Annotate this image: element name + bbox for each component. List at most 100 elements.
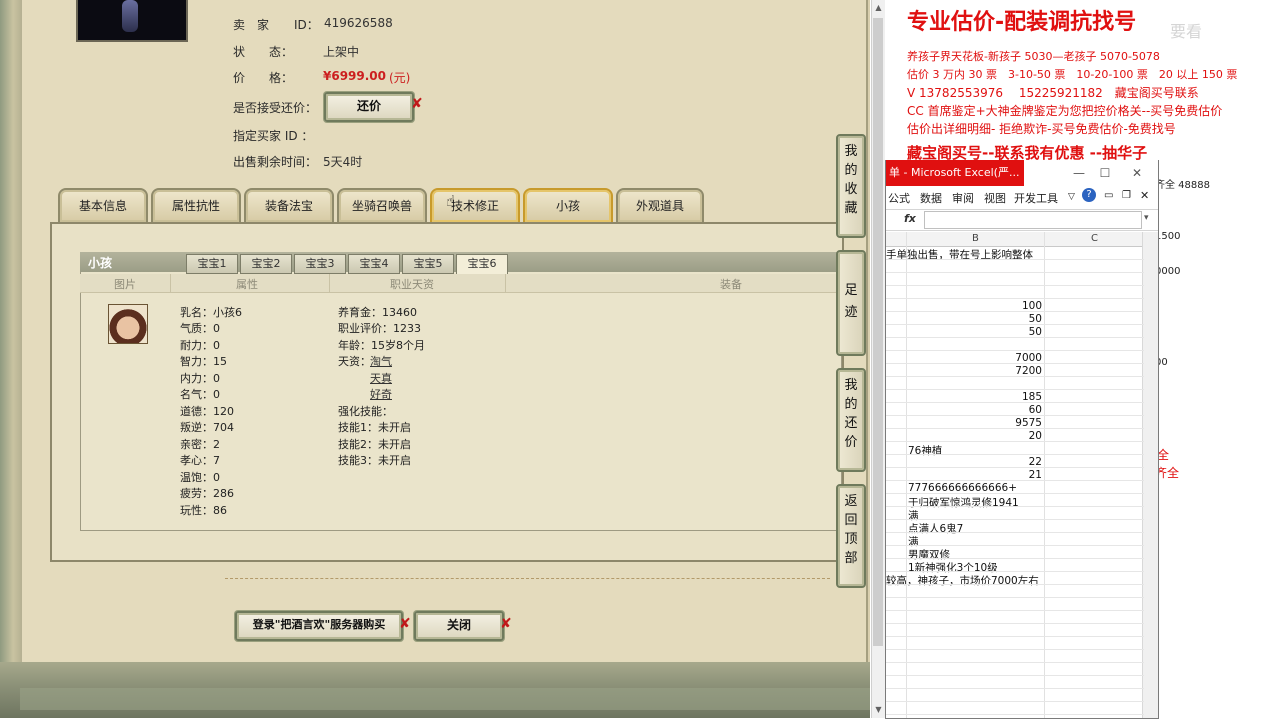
tab-equipment[interactable]: 装备法宝: [244, 188, 334, 222]
attr-playfulness: 玩性：86: [180, 504, 227, 517]
minimize-icon[interactable]: —: [1068, 160, 1090, 186]
help-icon[interactable]: ?: [1082, 188, 1096, 202]
gridline: [886, 454, 1144, 455]
counter-offer-button[interactable]: 还价: [324, 92, 414, 122]
tab-appearance[interactable]: 外观道具: [616, 188, 704, 222]
function-icon[interactable]: fx: [904, 212, 916, 225]
scrollbar-thumb[interactable]: [873, 18, 883, 646]
watermark: 要看: [1170, 22, 1203, 41]
tab-child[interactable]: 小孩: [523, 188, 613, 222]
ribbon-tab-data[interactable]: 数据: [920, 190, 942, 206]
ribbon-tab-view[interactable]: 视图: [984, 190, 1006, 206]
close-icon[interactable]: ✕: [1126, 160, 1148, 186]
tab-baby-4[interactable]: 宝宝4: [348, 254, 400, 274]
gridline: [886, 519, 1144, 520]
gridline: [886, 389, 1144, 390]
column-c-header[interactable]: C: [1091, 233, 1098, 244]
maximize-icon[interactable]: ☐: [1094, 160, 1116, 186]
attr-satiety: 温饱：0: [180, 471, 220, 484]
doc-line-5: 估价出详细明细- 拒绝欺诈-买号免费估价-免费找号: [907, 122, 1176, 136]
skill-2: 技能2：未开启: [338, 438, 411, 451]
gridline: [886, 324, 1144, 325]
remaining-time-value: 5天4时: [323, 155, 363, 169]
gridline: [886, 259, 1144, 260]
skill-3: 技能3：未开启: [338, 454, 411, 467]
gridline: [886, 636, 1144, 637]
status-value: 上架中: [323, 45, 360, 59]
gridline: [886, 441, 1144, 442]
talent-item[interactable]: 淘气: [370, 353, 392, 369]
doc-line-2: 估价 3 万内 30 票 3-10-50 票 10-20-100 票 20 以上…: [907, 68, 1238, 81]
ribbon-tab-developer[interactable]: 开发工具: [1014, 190, 1058, 206]
attr-nickname: 乳名：小孩6: [180, 306, 242, 319]
gridline: [886, 623, 1144, 624]
remaining-time-label: 出售剩余时间：: [233, 155, 318, 169]
gridline: [886, 610, 1144, 611]
talent-item[interactable]: 天真: [370, 370, 392, 386]
doc-headline: 专业估价-配装调抗找号: [907, 10, 1137, 35]
gridline: [886, 350, 1144, 351]
character-figure: [122, 0, 138, 32]
gridline: [886, 493, 1144, 494]
attr-upbringing-fund: 养育金：13460: [338, 306, 417, 319]
gridline: [886, 662, 1144, 663]
window-minimize-icon[interactable]: ▭: [1104, 190, 1113, 201]
close-x-icon: ✘: [411, 96, 423, 112]
formula-expand-icon[interactable]: ▾: [1144, 213, 1149, 223]
window-restore-icon[interactable]: ❐: [1122, 190, 1131, 201]
back-to-top-button[interactable]: 返回顶部: [836, 484, 866, 588]
talent-item[interactable]: 好奇: [370, 386, 392, 402]
ribbon-collapse-icon[interactable]: ▽: [1068, 192, 1075, 202]
gridline: [886, 714, 1144, 715]
gridline: [886, 415, 1144, 416]
ribbon-tab-review[interactable]: 审阅: [952, 190, 974, 206]
tab-baby-6[interactable]: 宝宝6: [456, 254, 508, 275]
doc-line-3: V 13782553976 15225921182 藏宝阁买号联系: [907, 86, 1199, 100]
game-window-scrollbar[interactable]: ▲ ▼: [871, 0, 885, 718]
attr-rebellion: 叛逆：704: [180, 421, 234, 434]
tab-attributes[interactable]: 属性抗性: [151, 188, 241, 222]
mouse-cursor-icon: ☝: [446, 192, 456, 210]
window-close-icon[interactable]: ✕: [1140, 189, 1149, 202]
scroll-down-icon[interactable]: ▼: [872, 702, 885, 718]
close-button[interactable]: 关闭: [414, 611, 504, 641]
seller-id-label: ID：: [294, 18, 319, 32]
cell[interactable]: 较高，神孩子，市场价7000左右: [886, 573, 1039, 588]
attr-internal-force: 内力：0: [180, 372, 220, 385]
column-b-header[interactable]: B: [972, 233, 979, 244]
column-header-talent: 职业天资: [390, 278, 434, 291]
tab-baby-3[interactable]: 宝宝3: [294, 254, 346, 274]
ribbon-tab-formulas[interactable]: 公式: [888, 190, 910, 206]
attr-temperament: 气质：0: [180, 322, 220, 335]
tab-basic-info[interactable]: 基本信息: [58, 188, 148, 222]
designated-buyer-label: 指定买家 ID ：: [233, 129, 314, 143]
my-favorites-button[interactable]: 我的收藏: [836, 134, 866, 238]
tab-mounts-summons[interactable]: 坐骑召唤兽: [337, 188, 427, 222]
scroll-up-icon[interactable]: ▲: [872, 0, 885, 16]
attr-morality: 道德：120: [180, 405, 234, 418]
my-counter-offers-button[interactable]: 我的还价: [836, 368, 866, 472]
column-header-equipment: 装备: [720, 278, 742, 291]
tab-baby-2[interactable]: 宝宝2: [240, 254, 292, 274]
formula-input[interactable]: [924, 211, 1142, 229]
gridline: [886, 506, 1144, 507]
footprints-button[interactable]: 足迹: [836, 250, 866, 356]
cell[interactable]: 于归破军惊鸿灵修1941: [908, 495, 1019, 510]
gridline: [886, 428, 1144, 429]
tab-baby-5[interactable]: 宝宝5: [402, 254, 454, 274]
doc-line-4: CC 首席鉴定+大神金牌鉴定为您把控价格关--买号免费估价: [907, 104, 1223, 118]
login-server-buy-button[interactable]: 登录"把酒言欢"服务器购买: [235, 611, 403, 641]
attr-talent-label: 天资：: [338, 355, 371, 368]
gridline: [886, 272, 1144, 273]
column-headers: B C: [886, 232, 1158, 247]
divider: [225, 578, 830, 579]
attr-endurance: 耐力：0: [180, 339, 220, 352]
excel-vertical-scrollbar[interactable]: [1142, 232, 1158, 718]
tab-skill-fix[interactable]: 技术修正: [430, 188, 520, 222]
seller-label: 卖 家: [233, 18, 270, 32]
gridline: [886, 480, 1144, 481]
tab-baby-1[interactable]: 宝宝1: [186, 254, 238, 274]
window-frame-bottom-ornament: [20, 688, 870, 710]
column-divider: [505, 274, 506, 292]
excel-title: 单 - Microsoft Excel(严...: [886, 160, 1024, 186]
